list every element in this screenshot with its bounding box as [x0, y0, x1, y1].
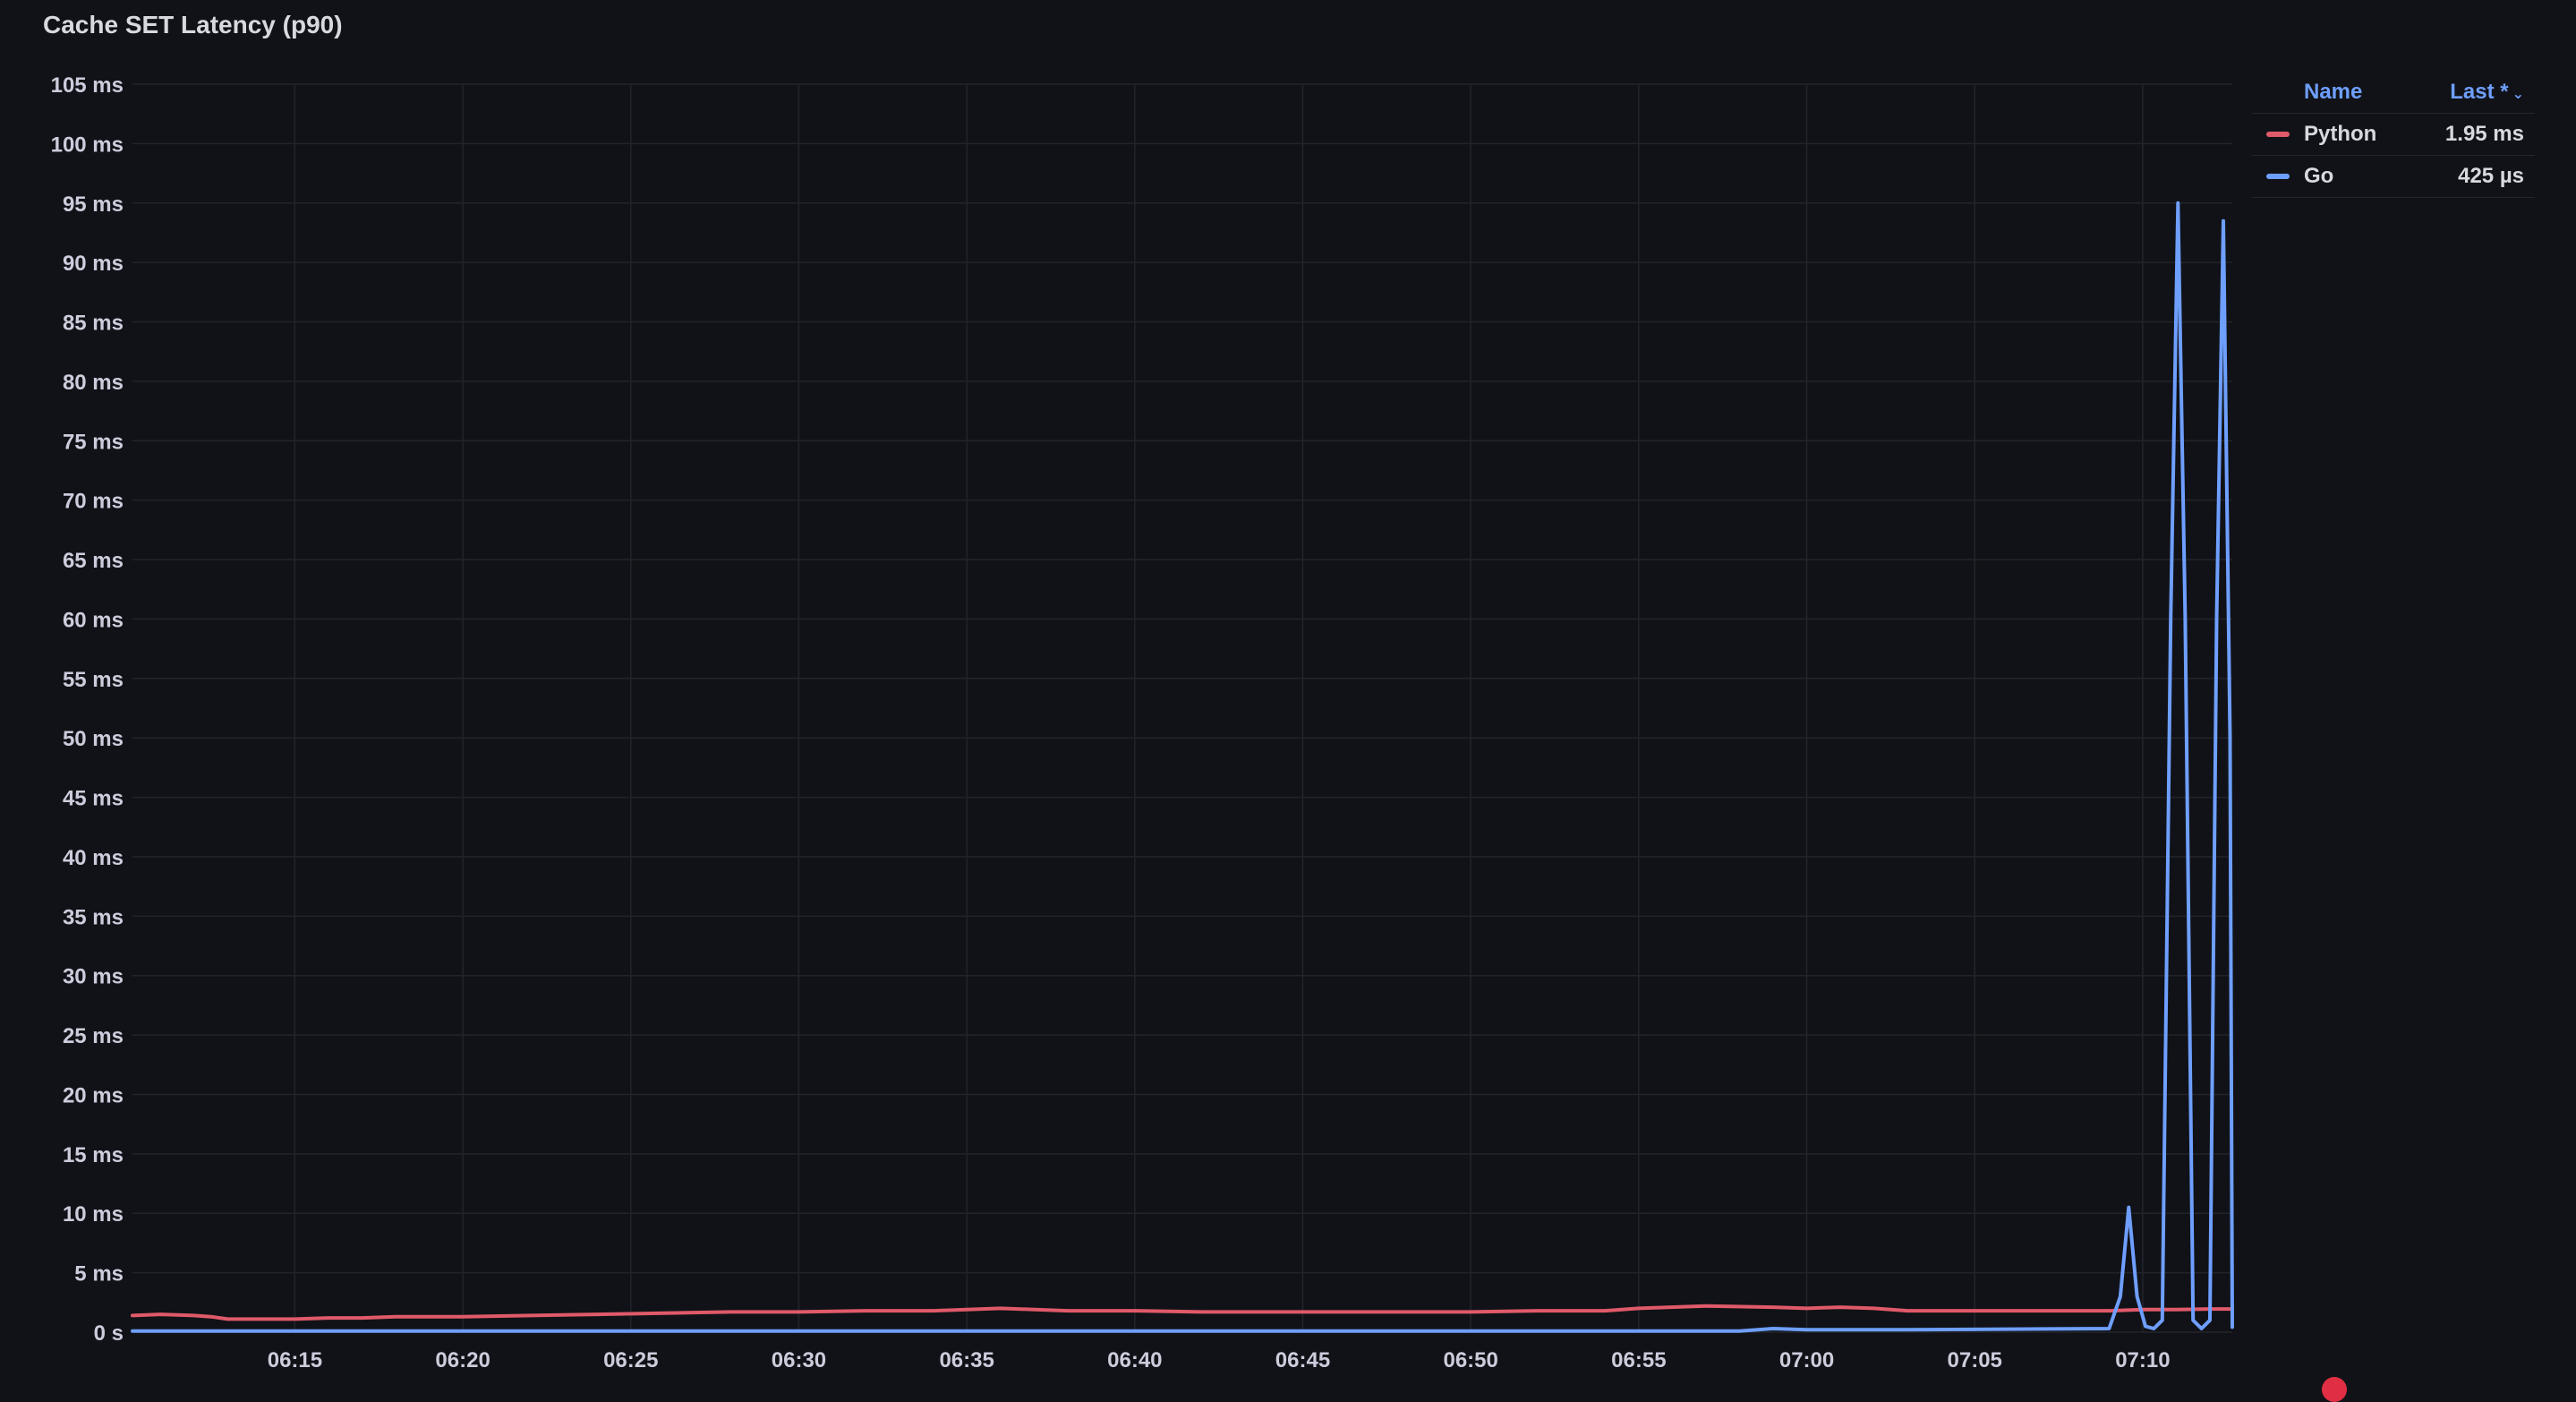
y-tick-label: 15 ms	[63, 1143, 124, 1167]
legend-series-name: Python	[2304, 122, 2377, 146]
y-tick-label: 35 ms	[63, 905, 124, 929]
legend-row-python[interactable]: Python 1.95 ms	[2252, 114, 2535, 156]
legend-last-header[interactable]: Last * ⌄	[2431, 80, 2535, 105]
y-tick-label: 5 ms	[74, 1262, 124, 1287]
y-tick-label: 95 ms	[63, 192, 124, 217]
x-tick-label: 06:35	[939, 1348, 994, 1372]
x-tick-label: 06:20	[435, 1348, 490, 1372]
y-tick-label: 40 ms	[63, 846, 124, 870]
x-tick-label: 06:55	[1611, 1348, 1666, 1372]
x-tick-label: 06:15	[268, 1348, 322, 1372]
chevron-down-icon: ⌄	[2512, 87, 2524, 102]
x-tick-label: 07:05	[1948, 1348, 2002, 1372]
y-tick-label: 75 ms	[63, 430, 124, 454]
y-axis-tick-labels: 0 s 5 ms 10 ms 15 ms 20 ms 25 ms 30 ms 35 ms 40 …	[51, 73, 124, 1346]
legend-table: Name Last * ⌄ Python 1.95 ms Go 425 µs	[2252, 72, 2535, 198]
y-tick-label: 65 ms	[63, 549, 124, 573]
x-tick-label: 07:00	[1779, 1348, 1834, 1372]
y-tick-label: 0 s	[94, 1321, 124, 1346]
y-tick-label: 85 ms	[63, 312, 124, 336]
series-line-go	[131, 201, 2234, 1333]
series-layer	[131, 201, 2234, 1333]
series-color-swatch-icon	[2266, 132, 2290, 137]
legend-series-last-value: 1.95 ms	[2444, 122, 2524, 146]
legend-series-name: Go	[2304, 164, 2334, 188]
x-tick-label: 06:40	[1107, 1348, 1162, 1372]
legend-series-last-value: 425 µs	[2458, 164, 2524, 188]
y-tick-label: 45 ms	[63, 787, 124, 811]
x-tick-label: 06:50	[1443, 1348, 1497, 1372]
y-tick-label: 20 ms	[63, 1083, 124, 1107]
y-tick-label: 50 ms	[63, 727, 124, 751]
y-tick-label: 70 ms	[63, 490, 124, 514]
y-tick-label: 30 ms	[63, 965, 124, 989]
x-tick-label: 06:45	[1275, 1348, 1330, 1372]
legend-row-go[interactable]: Go 425 µs	[2252, 156, 2535, 198]
x-axis-tick-labels: 06:15 06:20 06:25 06:30 06:35 06:40 06:45 06:50…	[268, 1348, 2171, 1372]
y-tick-label: 10 ms	[63, 1202, 124, 1227]
legend-name-header[interactable]: Name	[2252, 80, 2431, 105]
y-tick-label: 90 ms	[63, 252, 124, 276]
x-tick-label: 06:30	[772, 1348, 826, 1372]
chart-panel: Cache SET Latency (p90) 0 s5 ms 10 ms 15 m…	[0, 0, 2576, 1402]
y-tick-label: 100 ms	[51, 133, 124, 157]
y-tick-label: 55 ms	[63, 668, 124, 692]
legend-last-header-label: Last *	[2450, 80, 2509, 104]
status-dot-icon	[2322, 1377, 2347, 1402]
series-color-swatch-icon	[2266, 174, 2290, 179]
grid-lines	[132, 83, 2232, 1333]
series-line-python	[131, 1304, 2234, 1321]
x-tick-label: 07:10	[2115, 1348, 2170, 1372]
legend-header: Name Last * ⌄	[2252, 72, 2535, 114]
y-tick-label: 80 ms	[63, 371, 124, 395]
y-tick-label: 25 ms	[63, 1024, 124, 1048]
y-tick-label: 105 ms	[51, 73, 124, 98]
y-tick-label: 60 ms	[63, 608, 124, 632]
latency-chart[interactable]: 0 s 5 ms 10 ms 15 ms 20 ms 25 ms 30 ms 35 ms 40 …	[0, 0, 2238, 1388]
x-tick-label: 06:25	[603, 1348, 658, 1372]
